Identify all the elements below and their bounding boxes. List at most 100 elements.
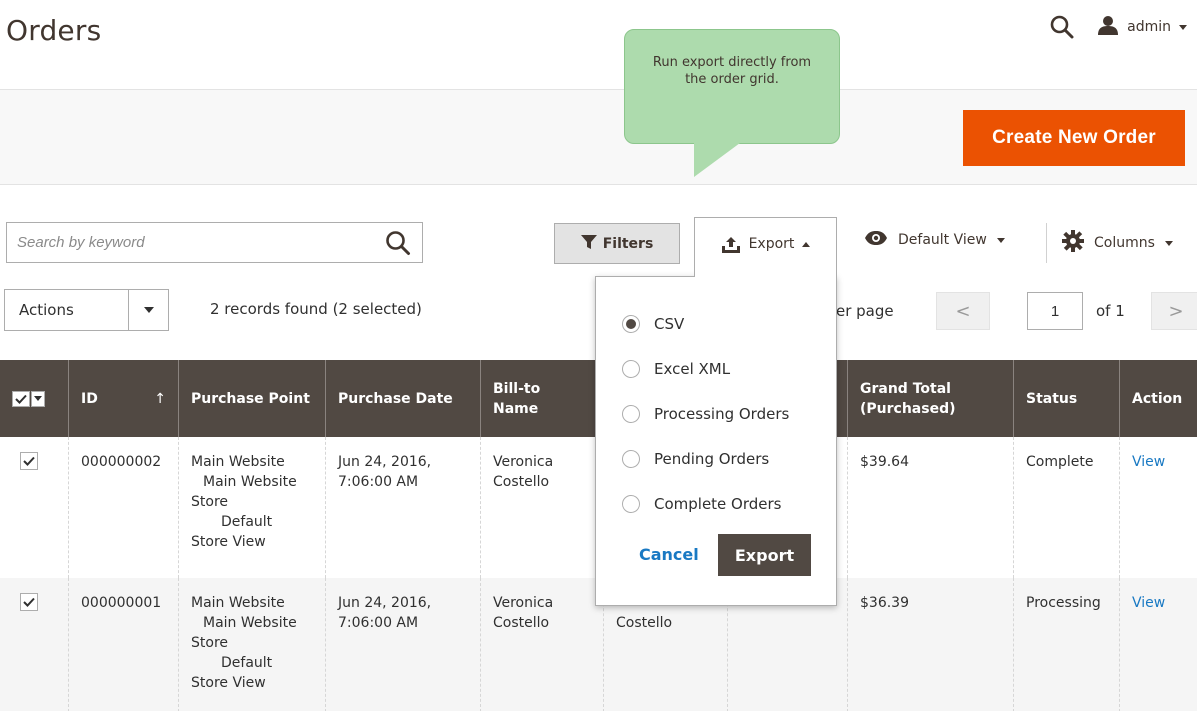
default-view-label: Default View [898, 232, 987, 248]
export-icon [721, 236, 741, 258]
column-grand-total-purchased[interactable]: Grand Total (Purchased) [848, 360, 1014, 437]
view-order-link[interactable]: View [1132, 454, 1165, 470]
purchase-time-line: 7:06:00 AM [338, 474, 419, 490]
toolbar-divider [1046, 223, 1047, 263]
purchase-point-cell: Main Website Main Website Store Default … [179, 578, 326, 711]
columns-dropdown[interactable]: Columns [1062, 230, 1173, 256]
radio-button [622, 359, 640, 378]
filters-label: Filters [602, 235, 654, 252]
radio-button [622, 404, 640, 423]
chevron-down-icon [31, 390, 45, 407]
export-option-complete-orders[interactable]: Complete Orders [596, 481, 836, 526]
column-purchase-date[interactable]: Purchase Date [326, 360, 481, 437]
export-option-label: Excel XML [654, 359, 731, 378]
export-option-processing-orders[interactable]: Processing Orders [596, 391, 836, 436]
bill-to-last-name: Costello [493, 474, 550, 490]
purchase-date-line: Jun 24, 2016, [338, 595, 432, 611]
mass-select-control[interactable] [12, 390, 45, 407]
purchase-point-line: Store [191, 494, 229, 510]
purchase-point-cell: Main Website Main Website Store Default … [179, 437, 326, 578]
column-purchase-point[interactable]: Purchase Point [179, 360, 326, 437]
keyword-search [6, 222, 423, 263]
row-checkbox[interactable] [20, 452, 38, 470]
row-checkbox[interactable] [20, 593, 38, 611]
row-select-cell [0, 578, 69, 711]
purchase-point-line: Default [221, 655, 273, 671]
column-id[interactable]: ID ↑ [69, 360, 179, 437]
radio-button [622, 314, 640, 333]
chevron-down-icon [996, 237, 1005, 243]
column-status[interactable]: Status [1014, 360, 1120, 437]
column-grand-total-line1: Grand Total [860, 380, 951, 397]
chevron-up-icon [802, 242, 811, 247]
radio-button [622, 449, 640, 468]
order-id: 000000001 [69, 578, 179, 711]
column-id-label: ID [81, 390, 98, 407]
purchase-point-line: Store [191, 635, 229, 651]
sort-ascending-icon: ↑ [154, 390, 166, 407]
status-cell: Complete [1014, 437, 1120, 578]
purchase-point-line: Main Website [203, 615, 297, 631]
page-actions-bar: Create New Order [0, 89, 1197, 185]
admin-user-menu[interactable]: admin [1097, 15, 1187, 39]
action-cell: View [1120, 437, 1197, 578]
default-view-dropdown[interactable]: Default View [864, 230, 1005, 250]
export-option-pending-orders[interactable]: Pending Orders [596, 436, 836, 481]
purchase-date-line: Jun 24, 2016, [338, 454, 432, 470]
search-input[interactable] [7, 223, 367, 262]
bill-to-cell: Veronica Costello [481, 437, 604, 578]
column-action: Action [1132, 390, 1183, 407]
row-select-cell [0, 437, 69, 578]
previous-page-button[interactable]: < [936, 292, 990, 330]
radio-button [622, 494, 640, 513]
purchase-point-line: Default [221, 514, 273, 530]
purchase-point-line: Store View [191, 534, 266, 550]
user-name: admin [1127, 19, 1171, 35]
purchase-date-cell: Jun 24, 2016, 7:06:00 AM [326, 578, 481, 711]
export-option-excel-xml[interactable]: Excel XML [596, 346, 836, 391]
mass-actions-label: Actions [19, 301, 74, 319]
order-id: 000000002 [69, 437, 179, 578]
eye-icon [864, 230, 888, 250]
export-dropdown-toggle[interactable]: Export [694, 217, 837, 277]
cancel-button[interactable]: Cancel [639, 545, 699, 564]
grand-total-cell: $36.39 [848, 578, 1014, 711]
chevron-down-icon [128, 290, 168, 330]
view-order-link[interactable]: View [1132, 595, 1165, 611]
header-actions: admin [1049, 14, 1187, 40]
create-new-order-button[interactable]: Create New Order [963, 110, 1185, 166]
chevron-down-icon [1164, 240, 1173, 246]
search-icon[interactable] [384, 229, 412, 257]
export-tooltip: Run export directly from the order grid. [624, 29, 840, 144]
export-option-label: Pending Orders [654, 449, 770, 468]
bill-to-first-name: Veronica [493, 454, 554, 470]
status-cell: Processing [1014, 578, 1120, 711]
purchase-point-line: Main Website [191, 595, 285, 611]
user-icon [1097, 15, 1119, 39]
column-bill-to-line1: Bill-to [493, 380, 541, 397]
purchase-point-line: Main Website [191, 454, 285, 470]
purchase-time-line: 7:06:00 AM [338, 615, 419, 631]
bill-to-last-name: Costello [493, 615, 550, 631]
purchase-point-line: Store View [191, 675, 266, 691]
current-page-input[interactable] [1027, 292, 1083, 330]
columns-label: Columns [1094, 235, 1155, 251]
export-option-label: Processing Orders [654, 404, 790, 423]
export-submit-button[interactable]: Export [718, 534, 811, 576]
export-option-csv[interactable]: CSV [596, 301, 836, 346]
action-cell: View [1120, 578, 1197, 711]
search-icon[interactable] [1049, 14, 1075, 40]
filters-button[interactable]: Filters [554, 223, 680, 264]
purchase-point-line: Main Website [203, 474, 297, 490]
next-page-button[interactable]: > [1151, 292, 1197, 330]
export-label: Export [748, 236, 795, 252]
radio-selected-dot [626, 318, 636, 329]
column-bill-to-name[interactable]: Bill-to Name [481, 360, 604, 437]
mass-actions-select[interactable]: Actions [4, 289, 169, 331]
chevron-down-icon [1179, 24, 1187, 30]
export-option-label: Complete Orders [654, 494, 782, 513]
grand-total-cell: $39.64 [848, 437, 1014, 578]
page-title: Orders [6, 14, 102, 47]
export-dropdown-panel: CSV Excel XML Processing Orders Pending … [595, 276, 837, 606]
gear-icon [1062, 230, 1084, 256]
